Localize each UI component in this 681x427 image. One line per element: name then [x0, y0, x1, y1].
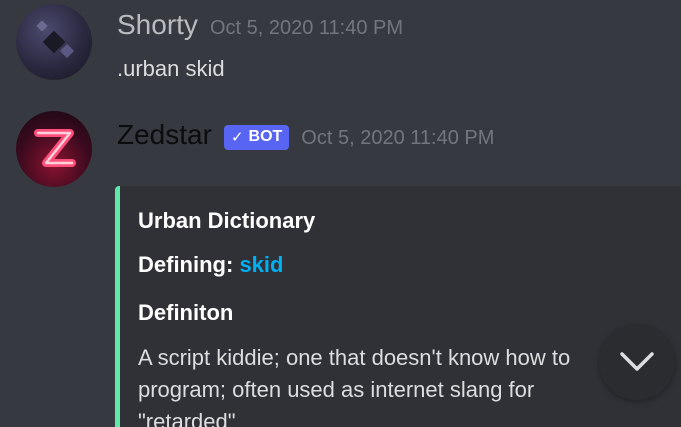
user-avatar-image	[36, 20, 75, 59]
message-header: Shorty Oct 5, 2020 11:40 PM	[117, 9, 403, 41]
embed-field-value: A script kiddie; one that doesn't know h…	[138, 345, 571, 427]
check-icon: ✓	[230, 129, 244, 146]
username[interactable]: Shorty	[117, 9, 198, 41]
embed-title-link[interactable]: skid	[239, 252, 283, 277]
embed-title-prefix: Defining:	[138, 252, 240, 277]
chevron-down-icon	[620, 352, 654, 371]
timestamp: Oct 5, 2020 11:40 PM	[301, 127, 495, 149]
bot-avatar[interactable]	[16, 111, 92, 187]
chat-window: Shorty Oct 5, 2020 11:40 PM .urban skid …	[0, 0, 681, 427]
bot-badge: ✓ BOT	[223, 124, 290, 150]
username[interactable]: Zedstar	[117, 119, 212, 151]
message-content: .urban skid	[117, 56, 225, 81]
zedstar-z-icon	[34, 129, 76, 167]
timestamp: Oct 5, 2020 11:40 PM	[209, 17, 404, 39]
embed-field-name: Definiton	[138, 300, 234, 325]
message: Shorty Oct 5, 2020 11:40 PM .urban skid	[0, 0, 681, 100]
message-header: Zedstar ✓ BOT Oct 5, 2020 11:40 PM	[117, 119, 494, 152]
bot-badge-label: BOT	[248, 128, 283, 145]
jump-to-present-button[interactable]	[599, 324, 675, 400]
message: Zedstar ✓ BOT Oct 5, 2020 11:40 PM Urban…	[0, 108, 681, 427]
user-avatar[interactable]	[16, 4, 92, 80]
message-embed: Urban Dictionary Defining: skid Definito…	[115, 186, 681, 427]
embed-title: Defining: skid	[138, 252, 283, 278]
embed-author: Urban Dictionary	[138, 208, 316, 233]
